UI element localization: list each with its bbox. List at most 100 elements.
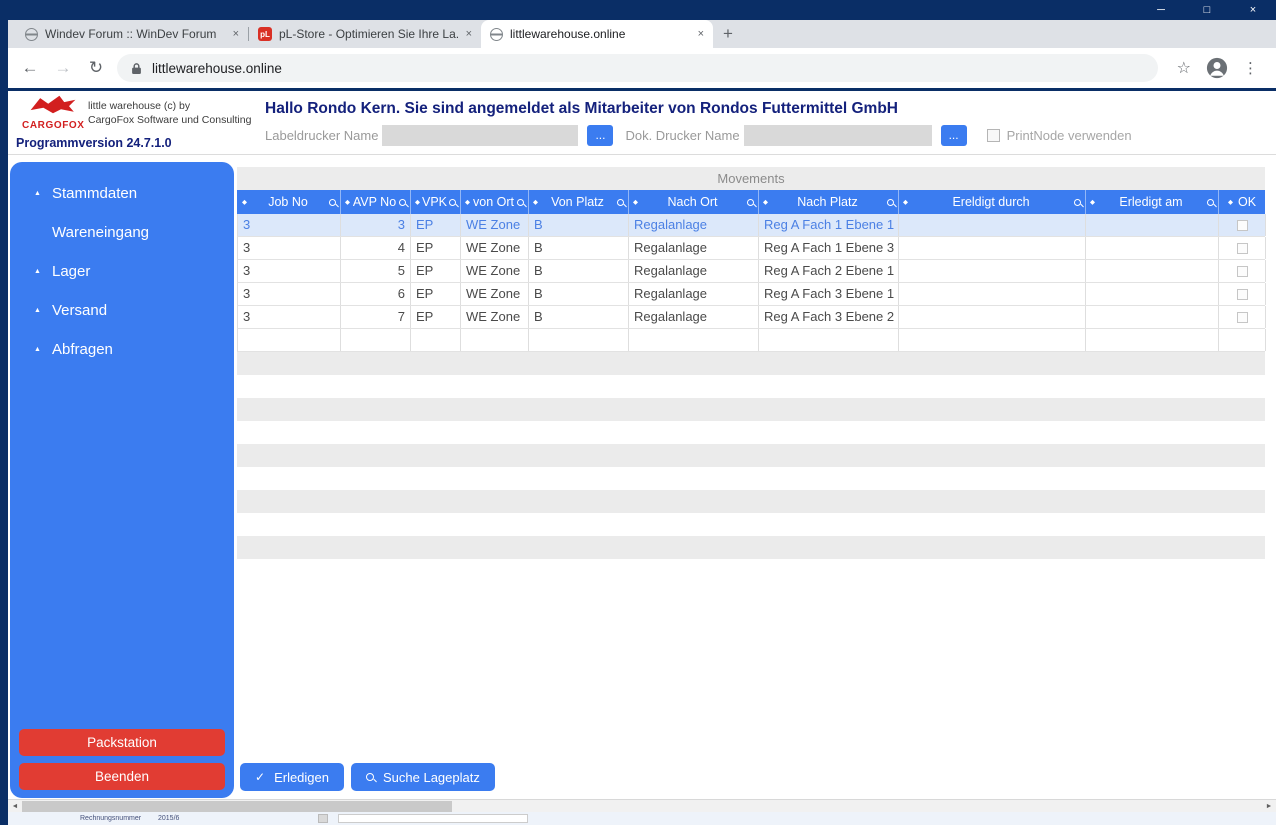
close-button[interactable]: ×: [1230, 0, 1276, 20]
table-row-empty: [237, 329, 1266, 352]
ok-checkbox[interactable]: [1236, 242, 1248, 254]
sidebar-item-versand[interactable]: ▲ Versand: [10, 291, 234, 330]
program-version: Programmversion 24.7.1.0: [16, 136, 172, 150]
browser-menu-icon[interactable]: ⋮: [1243, 59, 1258, 77]
greeting-text: Hallo Rondo Kern. Sie sind angemeldet al…: [265, 100, 898, 117]
ok-checkbox[interactable]: [1236, 288, 1248, 300]
column-search-icon[interactable]: [1074, 198, 1081, 206]
column-header-von-platz[interactable]: ◆ Von Platz: [529, 190, 629, 214]
sidebar-item-abfragen[interactable]: ▲ Abfragen: [10, 330, 234, 369]
tab-close-icon[interactable]: ×: [698, 28, 704, 40]
sort-icon: ◆: [242, 199, 247, 206]
table-row[interactable]: 3 5 EP WE Zone B Regalanlage Reg A Fach …: [237, 260, 1266, 283]
ok-checkbox[interactable]: [1236, 265, 1248, 277]
suche-lageplatz-button[interactable]: Suche Lageplatz: [351, 763, 495, 791]
ok-checkbox[interactable]: [1236, 311, 1248, 323]
ok-checkbox[interactable]: [1236, 219, 1248, 231]
address-bar[interactable]: littlewarehouse.online: [117, 54, 1158, 82]
cargofox-logo: CARGOFOX: [22, 94, 84, 131]
cell-ok: [1219, 283, 1266, 305]
profile-avatar[interactable]: [1206, 57, 1228, 79]
check-icon: ✓: [255, 770, 266, 784]
column-search-icon[interactable]: [1206, 198, 1214, 206]
column-search-icon[interactable]: [448, 198, 456, 206]
column-header-ok[interactable]: ◆ OK: [1219, 190, 1266, 214]
doc-printer-browse-button[interactable]: ...: [940, 125, 967, 146]
sort-icon: ◆: [415, 199, 420, 206]
column-header-ereldigt-durch[interactable]: ◆ Ereldigt durch: [899, 190, 1086, 214]
bookmark-star-icon[interactable]: ☆: [1177, 58, 1191, 78]
beenden-button[interactable]: Beenden: [19, 763, 225, 790]
cell-ok: [1219, 237, 1266, 259]
browser-tab-pl-store[interactable]: pL pL-Store - Optimieren Sie Ihre La... …: [249, 20, 481, 48]
column-search-icon[interactable]: [328, 198, 336, 206]
printnode-label: PrintNode verwenden: [1006, 128, 1132, 143]
packstation-button[interactable]: Packstation: [19, 729, 225, 756]
browser-tab-windev-forum[interactable]: Windev Forum :: WinDev Forum ×: [16, 20, 248, 48]
column-search-icon[interactable]: [616, 198, 624, 206]
app-credit: little warehouse (c) by CargoFox Softwar…: [88, 100, 251, 127]
credit-line-2: CargoFox Software und Consulting: [88, 113, 252, 126]
rechnungsnummer-value: 2015/6: [158, 815, 180, 822]
sidebar-item-wareneingang[interactable]: Wareneingang: [10, 213, 234, 252]
suche-lageplatz-label: Suche Lageplatz: [383, 769, 480, 785]
tab-close-icon[interactable]: ×: [233, 28, 239, 40]
back-icon[interactable]: ←: [18, 58, 42, 78]
sidebar-item-lager[interactable]: ▲ Lager: [10, 252, 234, 291]
cell-nach-platz: Reg A Fach 1 Ebene 3: [759, 237, 899, 259]
column-header-nach-ort[interactable]: ◆ Nach Ort: [629, 190, 759, 214]
cell-erledigt-am: [1086, 260, 1219, 282]
table-row[interactable]: 3 4 EP WE Zone B Regalanlage Reg A Fach …: [237, 237, 1266, 260]
column-header-vpk[interactable]: ◆ VPK: [411, 190, 461, 214]
erledigen-button[interactable]: ✓ Erledigen: [240, 763, 344, 791]
column-search-icon[interactable]: [399, 198, 406, 206]
column-header-erledigt-am[interactable]: ◆ Erledigt am: [1086, 190, 1219, 214]
sidebar-item-label: Wareneingang: [52, 224, 150, 241]
scrollbar-thumb[interactable]: [22, 801, 452, 812]
column-search-icon[interactable]: [746, 198, 754, 206]
column-header-von-ort[interactable]: ◆ von Ort: [461, 190, 529, 214]
scroll-right-icon[interactable]: ►: [1262, 800, 1276, 812]
forward-icon[interactable]: →: [51, 58, 75, 78]
column-header-avp-no[interactable]: ◆ AVP No: [341, 190, 411, 214]
sort-icon: ◆: [465, 199, 470, 206]
doc-printer-input[interactable]: [743, 125, 932, 146]
movements-panel: Movements ◆ Job No ◆ AVP No ◆ VPK ◆ von …: [237, 167, 1266, 582]
table-row[interactable]: 3 6 EP WE Zone B Regalanlage Reg A Fach …: [237, 283, 1266, 306]
column-search-icon[interactable]: [886, 198, 894, 206]
table-row[interactable]: 3 7 EP WE Zone B Regalanlage Reg A Fach …: [237, 306, 1266, 329]
triangle-up-icon: ▲: [34, 190, 41, 197]
horizontal-scrollbar[interactable]: ◄ ►: [8, 799, 1276, 812]
cell-job-no: 3: [238, 306, 341, 328]
label-printer-input[interactable]: [382, 125, 579, 146]
cell-von-platz: B: [529, 306, 629, 328]
printnode-checkbox[interactable]: [986, 129, 1000, 142]
cell-erledigt-am: [1086, 306, 1219, 328]
cell-erledigt-am: [1086, 214, 1219, 236]
column-search-icon[interactable]: [517, 198, 524, 206]
globe-icon: [25, 27, 38, 41]
column-header-job-no[interactable]: ◆ Job No: [238, 190, 341, 214]
maximize-button[interactable]: □: [1184, 0, 1230, 20]
sidebar-item-stammdaten[interactable]: ▲ Stammdaten: [10, 174, 234, 213]
cell-vpk: EP: [411, 237, 461, 259]
tab-title: Windev Forum :: WinDev Forum: [45, 27, 217, 41]
tab-close-icon[interactable]: ×: [466, 28, 472, 40]
cell-avp-no: 5: [341, 260, 411, 282]
cell-ereldigt-durch: [899, 306, 1086, 328]
table-title: Movements: [237, 167, 1265, 190]
table-header-row: ◆ Job No ◆ AVP No ◆ VPK ◆ von Ort ◆ Von …: [237, 190, 1266, 214]
sort-icon: ◆: [345, 199, 350, 206]
new-tab-button[interactable]: +: [713, 20, 743, 48]
browser-tab-littlewarehouse[interactable]: littlewarehouse.online ×: [481, 20, 713, 48]
browser-toolbar: ← → ↻ littlewarehouse.online ☆ ⋮: [8, 48, 1276, 88]
table-row[interactable]: 3 3 EP WE Zone B Regalanlage Reg A Fach …: [237, 214, 1266, 237]
reload-icon[interactable]: ↻: [84, 58, 108, 78]
column-header-nach-platz[interactable]: ◆ Nach Platz: [759, 190, 899, 214]
label-printer-label: Labeldrucker Name: [265, 128, 379, 143]
scroll-left-icon[interactable]: ◄: [8, 800, 22, 812]
minimize-button[interactable]: ─: [1138, 0, 1184, 20]
tab-title: pL-Store - Optimieren Sie Ihre La...: [279, 27, 459, 41]
label-printer-browse-button[interactable]: ...: [587, 125, 614, 146]
cell-von-ort: WE Zone: [461, 306, 529, 328]
